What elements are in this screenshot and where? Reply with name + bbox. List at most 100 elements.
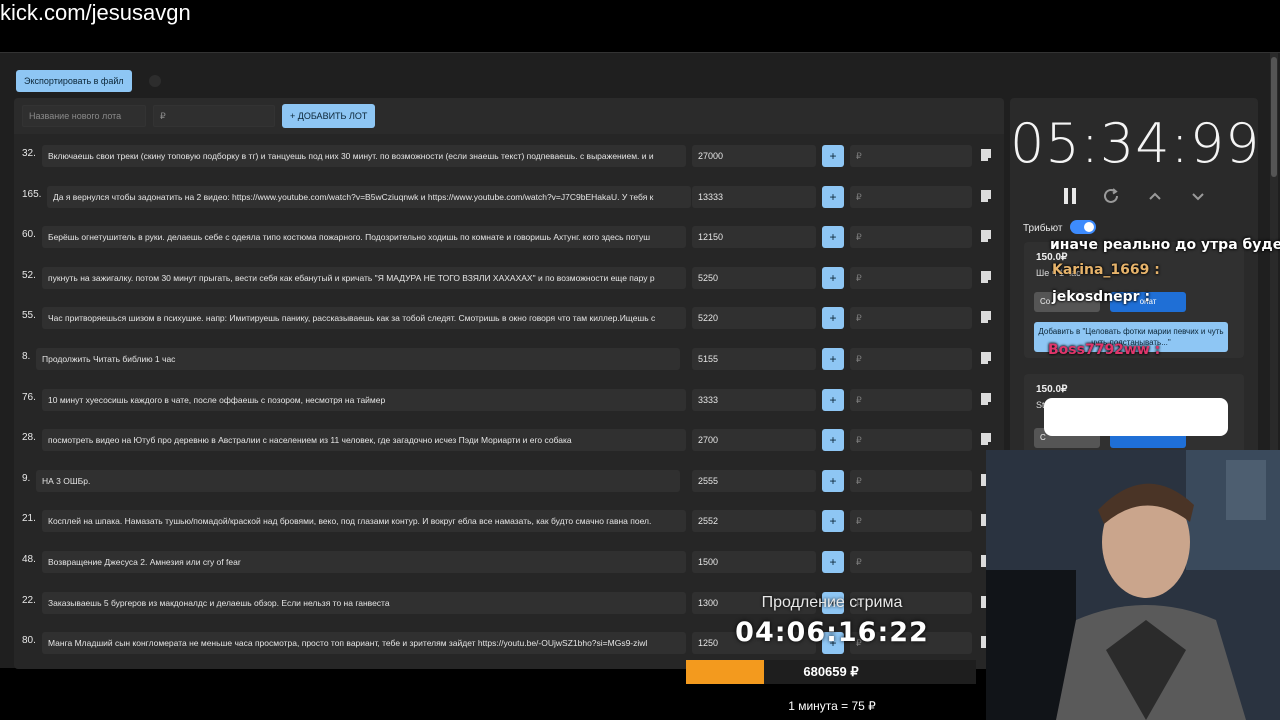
- lot-title-input[interactable]: посмотреть видео на Ютуб про деревню в А…: [42, 429, 686, 452]
- lot-row: 21. Косплей на шпака. Намазать тушью/пома…: [14, 505, 1004, 538]
- lot-add-price-input[interactable]: ₽: [850, 307, 972, 330]
- theme-toggle-icon[interactable]: [149, 75, 161, 87]
- lot-number: 52.: [22, 269, 36, 281]
- stream-extension-label: Продление стрима: [761, 594, 903, 611]
- lot-number: 22.: [22, 594, 36, 606]
- add-amount-button[interactable]: +: [822, 388, 844, 411]
- add-amount-button[interactable]: +: [822, 551, 844, 573]
- lot-add-price-input[interactable]: ₽: [850, 429, 972, 452]
- lots-panel: Название нового лота ₽ + ДОБАВИТЬ ЛОТ 32…: [14, 98, 1004, 669]
- lot-number: 8.: [22, 351, 31, 362]
- add-amount-button[interactable]: +: [822, 307, 844, 330]
- new-lot-name-input[interactable]: Название нового лота: [22, 105, 146, 127]
- chat-overlay-box: [1044, 398, 1228, 436]
- lot-menu-icon[interactable]: [980, 432, 994, 449]
- lot-add-price-input[interactable]: ₽: [850, 145, 972, 167]
- stream-extension-timer: 04:06:16:22: [735, 617, 929, 648]
- lot-menu-icon[interactable]: [980, 148, 994, 164]
- lot-title-input[interactable]: Да я вернулся чтобы задонатить на 2 виде…: [47, 185, 691, 208]
- lot-number: 55.: [22, 310, 36, 322]
- lot-number: 48.: [22, 554, 36, 565]
- lot-row: 8. Продолжить Читать библию 1 час 5155 + ₽: [14, 343, 1004, 375]
- lot-amount-input[interactable]: 13333: [692, 185, 816, 208]
- lot-row: 165. Да я вернулся чтобы задонатить на 2 …: [14, 180, 1004, 213]
- donation-price: 150.0₽: [1036, 384, 1068, 395]
- stream-url-overlay: kick.com/jesusavgn: [0, 0, 191, 25]
- lot-title-input[interactable]: Час притворяешься шизом в психушке. напр…: [42, 307, 686, 330]
- lot-title-input[interactable]: Манга Младший сын конгломерата не меньше…: [42, 632, 686, 655]
- lot-menu-icon[interactable]: [980, 229, 994, 246]
- lot-add-price-input[interactable]: ₽: [850, 469, 972, 492]
- lot-amount-input[interactable]: 5220: [692, 307, 816, 330]
- lot-add-price-input[interactable]: ₽: [850, 266, 972, 289]
- rate-label: 1 минута = 75 ₽: [788, 699, 876, 713]
- chat-message: иначе реально до утра будет аук: [1050, 237, 1280, 253]
- lot-amount-input[interactable]: 1500: [692, 551, 816, 573]
- chat-username: jekosdnepr :: [1052, 289, 1151, 305]
- lot-amount-input[interactable]: 2552: [692, 510, 816, 533]
- lot-title-input[interactable]: Включаешь свои треки (скину топовую подб…: [42, 145, 686, 167]
- tribute-toggle[interactable]: [1070, 220, 1096, 234]
- add-amount-button[interactable]: +: [822, 429, 844, 452]
- lot-menu-icon[interactable]: [980, 310, 994, 327]
- pause-icon[interactable]: [1060, 186, 1080, 206]
- lot-title-input[interactable]: пукнуть на зажигалку. потом 30 минут пры…: [42, 266, 686, 289]
- add-amount-button[interactable]: +: [822, 510, 844, 533]
- scrollbar-thumb[interactable]: [1271, 57, 1277, 177]
- lot-row: 60. Берёшь огнетушитель в руки. делаешь с…: [14, 221, 1004, 254]
- lot-amount-input[interactable]: 3333: [692, 388, 816, 411]
- lot-add-price-input[interactable]: ₽: [850, 510, 972, 533]
- chevron-down-icon[interactable]: [1188, 186, 1208, 206]
- lot-row: 76. 10 минут хуесосишь каждого в чате, по…: [14, 383, 1004, 416]
- donation-progress-bar: 680659 ₽: [686, 660, 976, 684]
- lot-title-input[interactable]: 10 минут хуесосишь каждого в чате, после…: [42, 388, 686, 411]
- chevron-up-icon[interactable]: [1145, 186, 1165, 206]
- lot-title-input[interactable]: Косплей на шпака. Намазать тушью/помадой…: [42, 510, 686, 533]
- webcam-image: [986, 450, 1280, 720]
- lot-number: 28.: [22, 432, 36, 444]
- lot-menu-icon[interactable]: [980, 189, 994, 205]
- lot-amount-input[interactable]: 2700: [692, 429, 816, 452]
- lot-row: 48. Возвращение Джесуса 2. Амнезия или cr…: [14, 546, 1004, 578]
- lot-title-input[interactable]: Возвращение Джесуса 2. Амнезия или cry o…: [42, 551, 686, 573]
- lot-menu-icon[interactable]: [980, 270, 994, 286]
- new-lot-price-input[interactable]: ₽: [153, 105, 275, 127]
- lot-row: 55. Час притворяешься шизом в психушке. н…: [14, 302, 1004, 335]
- lot-number: 32.: [22, 148, 36, 159]
- lot-add-price-input[interactable]: ₽: [850, 551, 972, 573]
- lot-add-price-input[interactable]: ₽: [850, 348, 972, 370]
- lot-menu-icon[interactable]: [980, 351, 994, 367]
- lot-amount-input[interactable]: 12150: [692, 226, 816, 249]
- donation-total: 680659 ₽: [803, 664, 859, 679]
- lot-amount-input[interactable]: 2555: [692, 469, 816, 492]
- add-lot-bar: Название нового лота ₽ + ДОБАВИТЬ ЛОТ: [14, 98, 1004, 134]
- lot-title-input[interactable]: Берёшь огнетушитель в руки. делаешь себе…: [42, 226, 686, 249]
- lot-row: 52. пукнуть на зажигалку. потом 30 минут …: [14, 261, 1004, 294]
- lot-add-price-input[interactable]: ₽: [850, 388, 972, 411]
- add-amount-button[interactable]: +: [822, 266, 844, 289]
- reset-icon[interactable]: [1101, 186, 1121, 206]
- lot-amount-input[interactable]: 5155: [692, 348, 816, 370]
- chat-username: Boss7792ww :: [1048, 342, 1161, 358]
- lot-number: 80.: [22, 635, 36, 647]
- lot-add-price-input[interactable]: ₽: [850, 226, 972, 249]
- lot-menu-icon[interactable]: [980, 392, 994, 408]
- webcam-overlay: [986, 450, 1280, 720]
- lot-row: 32. Включаешь свои треки (скину топовую п…: [14, 140, 1004, 172]
- lot-title-input[interactable]: Продолжить Читать библию 1 час: [36, 348, 680, 370]
- add-lot-button[interactable]: + ДОБАВИТЬ ЛОТ: [282, 104, 376, 128]
- lot-number: 9.: [22, 472, 31, 484]
- add-amount-button[interactable]: +: [822, 348, 844, 370]
- add-amount-button[interactable]: +: [822, 469, 844, 492]
- lot-amount-input[interactable]: 27000: [692, 145, 816, 167]
- add-amount-button[interactable]: +: [822, 226, 844, 249]
- tribute-label: Трибьют: [1023, 223, 1063, 234]
- lot-title-input[interactable]: Заказываешь 5 бургеров из макдоналдс и д…: [42, 591, 686, 614]
- add-amount-button[interactable]: +: [822, 145, 844, 167]
- export-to-file-button[interactable]: Экспортировать в файл: [16, 70, 132, 92]
- lot-amount-input[interactable]: 5250: [692, 266, 816, 289]
- lot-title-input[interactable]: НА 3 ОШБр.: [36, 469, 680, 492]
- lot-number: 60.: [22, 229, 36, 241]
- add-amount-button[interactable]: +: [822, 185, 844, 208]
- lot-add-price-input[interactable]: ₽: [850, 185, 972, 208]
